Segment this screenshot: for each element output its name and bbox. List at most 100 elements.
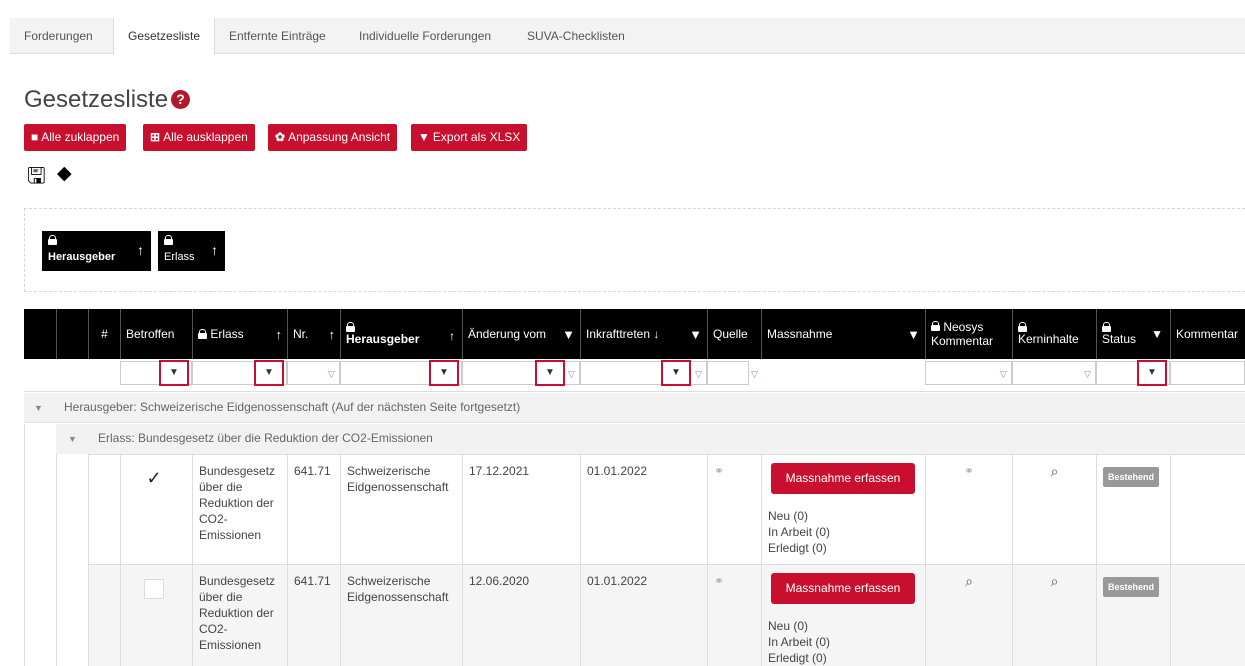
betroffen-checkbox[interactable] bbox=[144, 579, 164, 599]
chevron-down-icon[interactable]: ▼ bbox=[661, 360, 691, 386]
tab-entfernte-eintraege[interactable]: Entfernte Einträge bbox=[215, 18, 340, 54]
filter-row: ▼ ▼ ▽ ▼ ▼ ▽ ▼ ▽ ▽ ▽ ▽ ▼ bbox=[24, 359, 1245, 392]
row-kern-cell: ⌕ bbox=[1012, 565, 1096, 666]
chevron-down-icon[interactable]: ▼ bbox=[1137, 360, 1167, 386]
filter-erlass[interactable]: ▼ bbox=[192, 360, 287, 386]
col-status[interactable]: Status ▼ bbox=[1096, 309, 1170, 359]
row-quelle-cell: ⚭ bbox=[707, 565, 761, 666]
col-inkrafttreten[interactable]: Inkrafttreten ↓ ▼ bbox=[580, 309, 707, 359]
count-in-arbeit: In Arbeit (0) bbox=[768, 635, 831, 649]
row-massnahme-cell: Massnahme erfassen Neu (0) In Arbeit (0)… bbox=[761, 565, 925, 666]
col-betroffen[interactable]: Betroffen bbox=[120, 309, 192, 359]
group-chip-herausgeber[interactable]: Herausgeber ↑ bbox=[42, 231, 151, 271]
filter-nr[interactable]: ▽ bbox=[287, 361, 340, 385]
filter-icon[interactable]: ▼ bbox=[689, 327, 702, 342]
filter-quelle[interactable]: ▽ bbox=[707, 361, 758, 385]
sort-desc-icon: ↓ bbox=[653, 327, 660, 341]
col-nr[interactable]: Nr. ↑ bbox=[287, 309, 340, 359]
col-expand bbox=[56, 309, 88, 359]
paperclip-icon[interactable]: ⌕ bbox=[1051, 573, 1059, 589]
row-kommentar-cell bbox=[1170, 565, 1245, 666]
col-massnahme[interactable]: Massnahme ▼ bbox=[761, 309, 925, 359]
chevron-down-icon[interactable]: ▼ bbox=[535, 360, 565, 386]
row-inkraft-cell: 01.01.2022 bbox=[580, 565, 707, 666]
group-row-erlass[interactable]: ▼ Erlass: Bundesgesetz über die Reduktion… bbox=[56, 424, 1245, 454]
tab-suva-checklisten[interactable]: SUVA-Checklisten bbox=[513, 18, 639, 54]
filter-aenderung[interactable]: ▼ ▽ bbox=[462, 360, 580, 386]
row-betroffen-cell bbox=[120, 565, 192, 666]
collapse-icon[interactable]: ▼ bbox=[68, 425, 77, 453]
link-icon[interactable]: ⚭ bbox=[714, 574, 724, 588]
col-kerninhalte[interactable]: Kerninhalte bbox=[1012, 309, 1096, 359]
row-herausgeber-cell: Schweizerische Eidgenossenschaft bbox=[340, 455, 462, 564]
col-status-label: Status bbox=[1102, 332, 1137, 346]
count-neu: Neu (0) bbox=[768, 619, 809, 633]
massnahme-erfassen-button[interactable]: Massnahme erfassen bbox=[771, 573, 915, 604]
row-betroffen-cell: ✓ bbox=[120, 455, 192, 564]
table-header: # Betroffen Erlass ↑ Nr. ↑ Herausgeber ↑ Än… bbox=[24, 309, 1245, 359]
divider bbox=[24, 424, 25, 666]
col-hash[interactable]: # bbox=[88, 309, 120, 359]
col-aenderung[interactable]: Änderung vom ▼ bbox=[462, 309, 580, 359]
chevron-down-icon[interactable]: ▼ bbox=[429, 360, 459, 386]
group-chip-erlass[interactable]: Erlass ↑ bbox=[158, 231, 225, 271]
expand-all-button[interactable]: ⊞ Alle ausklappen bbox=[143, 124, 255, 151]
link-icon[interactable]: ⚭ bbox=[714, 464, 724, 478]
filter-icon[interactable]: ▽ bbox=[751, 369, 758, 380]
table-row[interactable]: Bundesgesetz über die Reduktion der CO2-… bbox=[88, 564, 1245, 666]
betroffen-checkbox[interactable]: ✓ bbox=[144, 469, 164, 489]
table-row[interactable]: ✓ Bundesgesetz über die Reduktion der CO… bbox=[88, 454, 1245, 564]
row-nr-cell: 641.71 bbox=[287, 455, 340, 564]
col-betroffen-label: Betroffen bbox=[126, 327, 175, 341]
filter-icon[interactable]: ▽ bbox=[1000, 369, 1007, 380]
paperclip-icon[interactable]: ⌕ bbox=[965, 573, 973, 589]
collapse-all-button[interactable]: ■ Alle zuklappen bbox=[24, 124, 127, 151]
tab-forderungen[interactable]: Forderungen bbox=[10, 18, 107, 54]
filter-icon[interactable]: ▼ bbox=[1151, 327, 1163, 341]
chevron-down-icon[interactable]: ▼ bbox=[159, 360, 189, 386]
filter-status[interactable]: ▼ bbox=[1096, 360, 1170, 386]
status-badge: Bestehend bbox=[1103, 467, 1160, 487]
divider bbox=[56, 454, 57, 666]
col-quelle[interactable]: Quelle bbox=[707, 309, 761, 359]
filter-icon[interactable]: ▼ bbox=[907, 327, 920, 342]
chevron-down-icon[interactable]: ▼ bbox=[254, 360, 284, 386]
filter-inkrafttreten[interactable]: ▼ ▽ bbox=[580, 360, 707, 386]
row-kern-cell: ⌕ bbox=[1012, 455, 1096, 564]
paperclip-icon[interactable]: ⌕ bbox=[1051, 463, 1059, 479]
collapse-icon[interactable]: ▼ bbox=[34, 394, 43, 422]
filter-icon[interactable]: ▽ bbox=[328, 369, 335, 380]
col-kommentar[interactable]: Kommentar bbox=[1170, 309, 1245, 359]
row-aenderung-cell: 12.06.2020 bbox=[462, 565, 580, 666]
export-xlsx-button[interactable]: ▼ Export als XLSX bbox=[411, 124, 528, 151]
col-neosys-label-wrap: Neosys Kommentar bbox=[931, 320, 1007, 348]
filter-icon[interactable]: ▽ bbox=[1084, 369, 1091, 380]
filter-betroffen[interactable]: ▼ bbox=[120, 360, 192, 386]
filter-icon[interactable]: ▼ bbox=[562, 327, 575, 342]
filter-icon[interactable]: ▽ bbox=[695, 369, 702, 380]
filter-neosys[interactable]: ▽ bbox=[925, 361, 1012, 385]
link-icon[interactable]: ⚭ bbox=[964, 464, 974, 478]
page-title-text: Gesetzesliste bbox=[24, 86, 169, 113]
row-status-cell: Bestehend bbox=[1096, 565, 1170, 666]
col-herausgeber[interactable]: Herausgeber ↑ bbox=[340, 309, 462, 359]
customize-view-button[interactable]: ✿ Anpassung Ansicht bbox=[268, 124, 398, 151]
col-neosys-kommentar[interactable]: Neosys Kommentar bbox=[925, 309, 1012, 359]
help-icon[interactable]: ? bbox=[171, 90, 191, 109]
tab-individuelle-forderungen[interactable]: Individuelle Forderungen bbox=[345, 18, 505, 54]
filter-icon[interactable]: ▽ bbox=[568, 369, 575, 380]
col-erlass[interactable]: Erlass ↑ bbox=[192, 309, 287, 359]
filter-herausgeber[interactable]: ▼ bbox=[340, 360, 462, 386]
row-quelle-cell: ⚭ bbox=[707, 455, 761, 564]
row-herausgeber-cell: Schweizerische Eidgenossenschaft bbox=[340, 565, 462, 666]
eraser-icon[interactable]: ◆ bbox=[57, 162, 72, 185]
col-inkrafttreten-label: Inkrafttreten bbox=[586, 327, 651, 341]
row-aenderung-cell: 17.12.2021 bbox=[462, 455, 580, 564]
massnahme-erfassen-button[interactable]: Massnahme erfassen bbox=[771, 463, 915, 494]
tab-gesetzesliste[interactable]: Gesetzesliste bbox=[113, 18, 216, 55]
group-row-herausgeber[interactable]: ▼ Herausgeber: Schweizerische Eidgenossen… bbox=[24, 393, 1245, 423]
filter-kommentar[interactable] bbox=[1170, 361, 1245, 385]
save-icon[interactable]: 🖫 bbox=[27, 159, 46, 197]
tab-bar: Forderungen Gesetzesliste Entfernte Eint… bbox=[10, 18, 1245, 55]
filter-kerninhalte[interactable]: ▽ bbox=[1012, 361, 1096, 385]
